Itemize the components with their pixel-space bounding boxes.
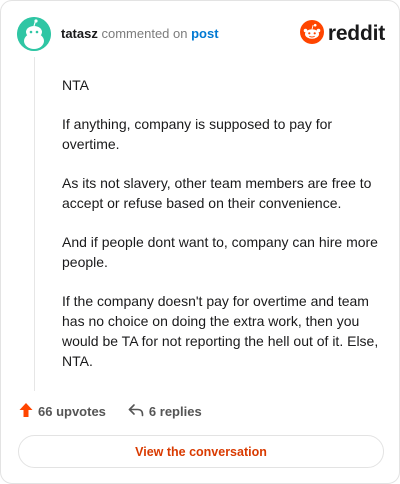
view-conversation-button[interactable]: View the conversation (18, 435, 384, 468)
comment-paragraph: And if people dont want to, company can … (62, 234, 378, 270)
reply-arrow-icon (128, 403, 149, 420)
comment-paragraph: NTA (62, 77, 89, 93)
reddit-snoo-icon (299, 19, 324, 49)
reddit-wordmark: reddit (327, 22, 385, 45)
replies-button[interactable]: 6 replies (128, 403, 202, 420)
upvote-arrow-icon (19, 402, 38, 421)
upvote-button[interactable]: 66 upvotes (19, 402, 106, 421)
comment-header: tatasz commented on post reddit (17, 17, 385, 51)
reply-count: 6 replies (148, 403, 202, 419)
comment-paragraph: If the company doesn't pay for overtime … (62, 293, 379, 369)
comment-paragraph: As its not slavery, other team members a… (62, 175, 372, 211)
author-link[interactable]: tatasz (61, 26, 98, 41)
comment-meta: tatasz commented on post (61, 26, 219, 41)
reddit-embed-card: tatasz commented on post reddit NTA If a… (0, 0, 400, 484)
reddit-logo[interactable]: reddit (299, 19, 385, 49)
snoo-avatar-icon[interactable] (17, 17, 51, 51)
comment-paragraph: If anything, company is supposed to pay … (62, 116, 333, 152)
comment-body: NTA If anything, company is supposed to … (62, 75, 382, 390)
thread-line (34, 57, 35, 391)
comment-actions: 66 upvotes 6 replies (19, 401, 202, 421)
post-link[interactable]: post (191, 26, 218, 41)
upvote-count: 66 upvotes (38, 403, 106, 419)
meta-verb: commented on (101, 26, 188, 41)
